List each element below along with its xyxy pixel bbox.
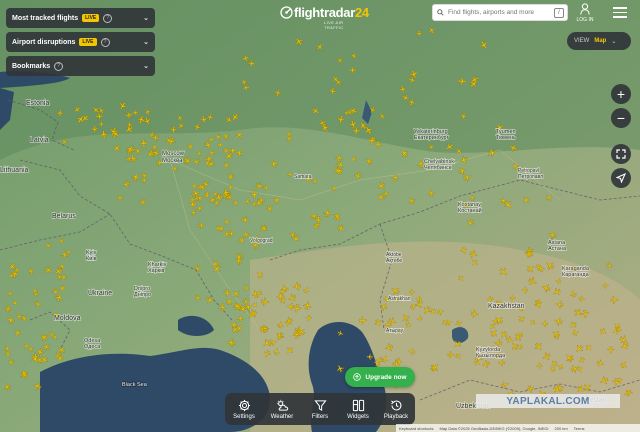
map-label: Астана xyxy=(548,246,567,252)
settings-label: Settings xyxy=(233,413,255,420)
map-label: Петропавл xyxy=(518,174,543,180)
map-label: Қызылорда xyxy=(476,353,506,359)
upgrade-now-button[interactable]: Upgrade now xyxy=(345,367,415,387)
map-label: Latvia xyxy=(30,137,49,144)
bookmarks-label: Bookmarks xyxy=(12,62,51,70)
map-attribution: Keyboard shortcuts Map Data ©2025 GeoBas… xyxy=(396,424,640,432)
search-shortcut-key: / xyxy=(554,7,564,18)
search-box[interactable]: / xyxy=(432,4,568,21)
chevron-down-icon[interactable]: ⌄ xyxy=(143,14,149,22)
map-label: Екатеринбург xyxy=(414,135,449,141)
map-label: Ақтөбе xyxy=(386,258,402,264)
view-mode-value: Map xyxy=(594,38,607,44)
flightradar24-logo[interactable]: flightradar24 LIVE AIR TRAFFIC xyxy=(280,4,369,30)
map-data-credit: Map Data ©2025 GeoBasis-DE/BKG (©2009), … xyxy=(439,425,549,431)
map-scale: 200 km xyxy=(554,425,568,431)
map-label: Тюмень xyxy=(496,135,516,141)
map-label: Kazakhstan xyxy=(488,303,525,310)
login-label: LOG IN xyxy=(576,17,594,23)
search-icon xyxy=(437,9,444,16)
upgrade-icon xyxy=(353,373,362,381)
map-label: Дніпро xyxy=(134,292,151,298)
fullscreen-icon xyxy=(616,149,626,159)
live-badge: LIVE xyxy=(82,14,100,22)
map-label: Moldova xyxy=(54,315,81,322)
gear-icon xyxy=(238,399,250,411)
map-label: Караганда xyxy=(562,272,590,278)
zoom-out-button[interactable]: − xyxy=(611,108,631,128)
minus-icon: − xyxy=(616,110,626,126)
map-label: Black Sea xyxy=(122,382,148,388)
playback-button[interactable]: Playback xyxy=(379,399,413,420)
info-icon[interactable]: ? xyxy=(100,37,110,47)
plus-icon: + xyxy=(616,86,626,102)
logo-tagline: LIVE AIR TRAFFIC xyxy=(324,20,344,30)
keyboard-shortcuts-link[interactable]: Keyboard shortcuts xyxy=(399,426,433,431)
radar-logo-icon xyxy=(280,6,293,19)
chevron-down-icon[interactable]: ⌄ xyxy=(143,38,149,46)
playback-icon xyxy=(390,399,401,410)
login-button[interactable]: LOG IN xyxy=(572,3,598,23)
view-mode-button[interactable]: VIEW Map ⌄ xyxy=(567,32,631,50)
view-label: VIEW xyxy=(574,38,590,44)
weather-label: Weather xyxy=(270,413,294,420)
terms-link[interactable]: Terms xyxy=(574,426,585,431)
chevron-down-icon[interactable]: ⌄ xyxy=(143,62,149,70)
map-label: Костанай xyxy=(458,207,482,214)
upgrade-label: Upgrade now xyxy=(365,373,407,381)
bottom-toolbar: Settings Weather Filters Widgets Playbac… xyxy=(225,393,415,425)
hamburger-menu-icon[interactable] xyxy=(613,7,627,19)
map-label: Estonia xyxy=(26,100,49,107)
user-icon xyxy=(580,3,590,15)
zoom-in-button[interactable]: + xyxy=(611,84,631,104)
navigation-arrow-icon xyxy=(616,173,626,183)
map-label: Samara xyxy=(294,174,312,180)
locate-me-button[interactable] xyxy=(611,168,631,188)
weather-icon xyxy=(276,399,288,411)
weather-button[interactable]: Weather xyxy=(265,399,299,420)
most-tracked-label: Most tracked flights xyxy=(12,14,79,22)
map-label: Одеса xyxy=(84,344,101,350)
widgets-label: Widgets xyxy=(347,413,369,420)
filters-label: Filters xyxy=(311,413,329,420)
chevron-down-icon: ⌄ xyxy=(611,38,617,45)
bookmarks-panel[interactable]: Bookmarks ? ⌄ xyxy=(6,56,155,76)
map-label: Astrakhan xyxy=(388,296,411,302)
widgets-icon xyxy=(352,399,364,411)
map-label: Moscow xyxy=(162,151,185,157)
map-label: Харків xyxy=(148,268,164,274)
info-icon[interactable]: ? xyxy=(103,13,113,23)
map-label: Київ xyxy=(86,256,97,262)
filter-icon xyxy=(313,399,327,411)
map-label: Belarus xyxy=(52,213,76,220)
playback-label: Playback xyxy=(383,413,409,420)
map-label: Lithuania xyxy=(0,167,29,174)
map-label: Атырау xyxy=(386,328,404,334)
widgets-button[interactable]: Widgets xyxy=(341,399,375,420)
airport-disruptions-label: Airport disruptions xyxy=(12,38,76,46)
map-label: Челябинск xyxy=(424,165,452,171)
logo-text: flightradar24 xyxy=(294,5,369,20)
info-icon[interactable]: ? xyxy=(54,61,64,71)
fullscreen-button[interactable] xyxy=(611,144,631,164)
airport-disruptions-panel[interactable]: Airport disruptions LIVE ? ⌄ xyxy=(6,32,155,52)
map-label: Volgograd xyxy=(250,238,273,244)
map-label: Ukraine xyxy=(88,290,112,297)
live-badge: LIVE xyxy=(79,38,97,46)
settings-button[interactable]: Settings xyxy=(227,399,261,420)
site-watermark: YAPLAKAL.COM xyxy=(476,394,620,408)
filters-button[interactable]: Filters xyxy=(303,399,337,420)
most-tracked-panel[interactable]: Most tracked flights LIVE ? ⌄ xyxy=(6,8,155,28)
search-input[interactable] xyxy=(446,8,550,17)
map-label: Москва xyxy=(162,158,183,164)
